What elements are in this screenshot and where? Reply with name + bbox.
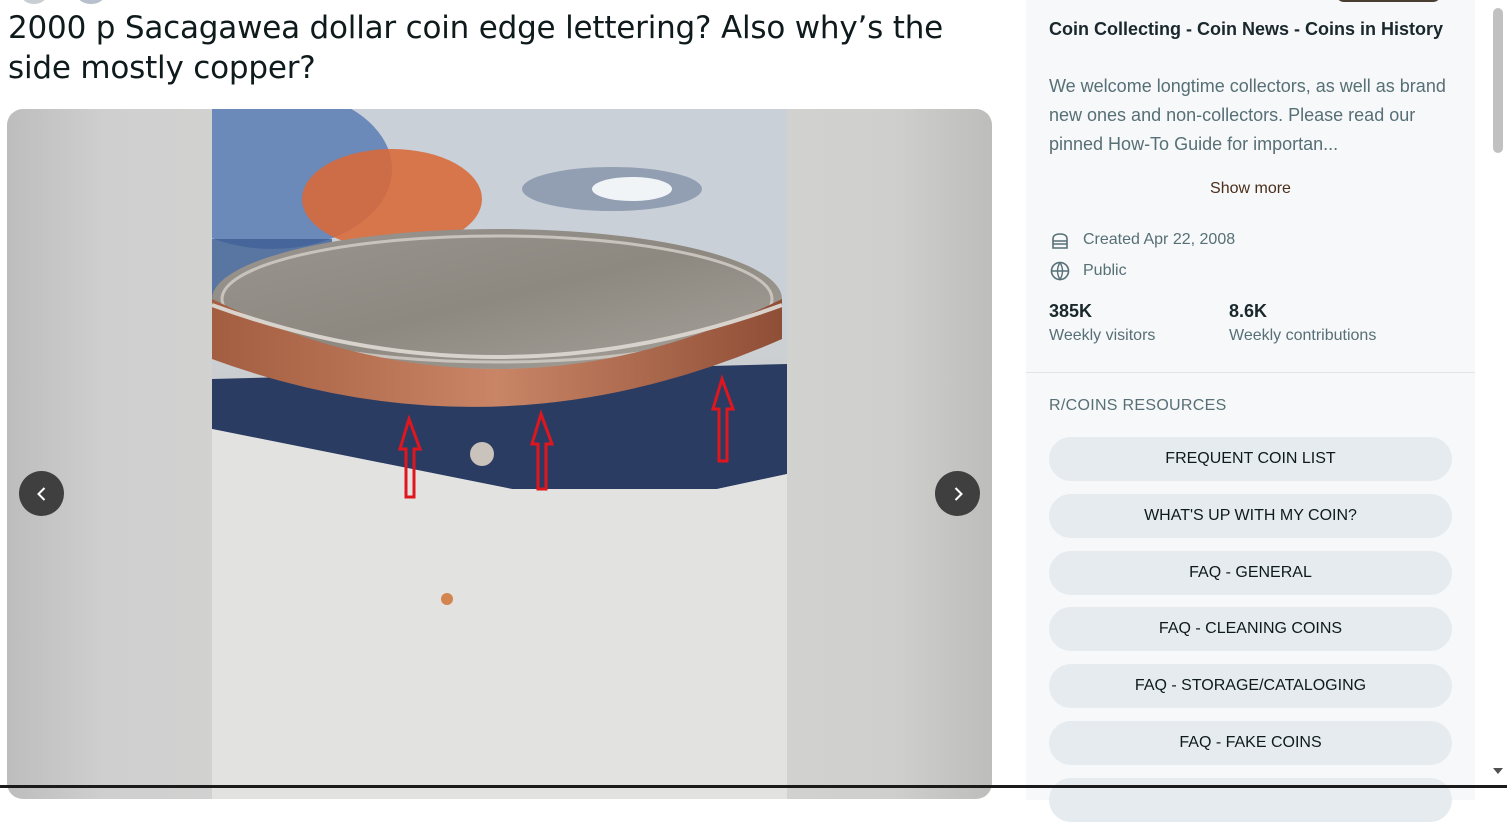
community-banner bbox=[1336, 0, 1441, 2]
coin-photo-svg bbox=[212, 109, 787, 799]
stat-label: Weekly contributions bbox=[1229, 327, 1377, 344]
visibility-text: Public bbox=[1083, 262, 1127, 279]
chevron-right-icon bbox=[954, 486, 963, 501]
resource-frequent-coin-list-button[interactable]: FREQUENT COIN LIST bbox=[1049, 437, 1452, 481]
resource-faq-fake-coins-button[interactable]: FAQ - FAKE COINS bbox=[1049, 720, 1452, 765]
stat-weekly-visitors: 385K Weekly visitors bbox=[1049, 300, 1155, 345]
media-gallery[interactable] bbox=[7, 109, 992, 799]
stat-label: Weekly visitors bbox=[1049, 327, 1156, 344]
resource-faq-general-button[interactable]: FAQ - GENERAL bbox=[1049, 550, 1452, 595]
chevron-left-icon bbox=[36, 486, 45, 501]
scroll-down-arrow-icon[interactable] bbox=[1493, 768, 1503, 774]
avatar[interactable] bbox=[78, 0, 104, 4]
resource-faq-cleaning-coins-button[interactable]: FAQ - CLEANING COINS bbox=[1049, 607, 1452, 652]
scrollbar[interactable] bbox=[1489, 0, 1507, 788]
cake-icon bbox=[1052, 233, 1068, 249]
resource-whats-up-with-my-coin-button[interactable]: WHAT'S UP WITH MY COIN? bbox=[1049, 493, 1452, 538]
community-sidebar: Coin Collecting - Coin News - Coins in H… bbox=[1026, 0, 1475, 822]
coin-photo bbox=[212, 109, 787, 799]
stat-weekly-contributions: 8.6K Weekly contributions bbox=[1229, 300, 1376, 345]
next-image-button[interactable] bbox=[935, 471, 980, 516]
stat-value: 8.6K bbox=[1229, 301, 1268, 321]
previous-image-button[interactable] bbox=[19, 471, 64, 516]
globe-icon bbox=[1050, 261, 1070, 281]
stat-value: 385K bbox=[1049, 301, 1093, 321]
avatar[interactable] bbox=[22, 0, 46, 4]
visibility: Public bbox=[1049, 260, 1127, 282]
community-title: Coin Collecting - Coin News - Coins in H… bbox=[1049, 19, 1444, 39]
divider bbox=[1026, 372, 1475, 373]
resource-list: FREQUENT COIN LIST WHAT'S UP WITH MY COI… bbox=[1049, 437, 1452, 835]
resources-heading: R/COINS RESOURCES bbox=[1049, 397, 1227, 414]
scrollbar-thumb[interactable] bbox=[1493, 8, 1503, 153]
show-more-button[interactable]: Show more bbox=[1026, 180, 1475, 198]
resource-faq-storage-cataloging-button[interactable]: FAQ - STORAGE/CATALOGING bbox=[1049, 664, 1452, 709]
post-title: 2000 p Sacagawea dollar coin edge letter… bbox=[8, 10, 944, 86]
created-date-text: Created Apr 22, 2008 bbox=[1083, 231, 1236, 248]
created-date: Created Apr 22, 2008 bbox=[1049, 229, 1235, 251]
community-description: We welcome longtime collectors, as well … bbox=[1049, 76, 1446, 154]
